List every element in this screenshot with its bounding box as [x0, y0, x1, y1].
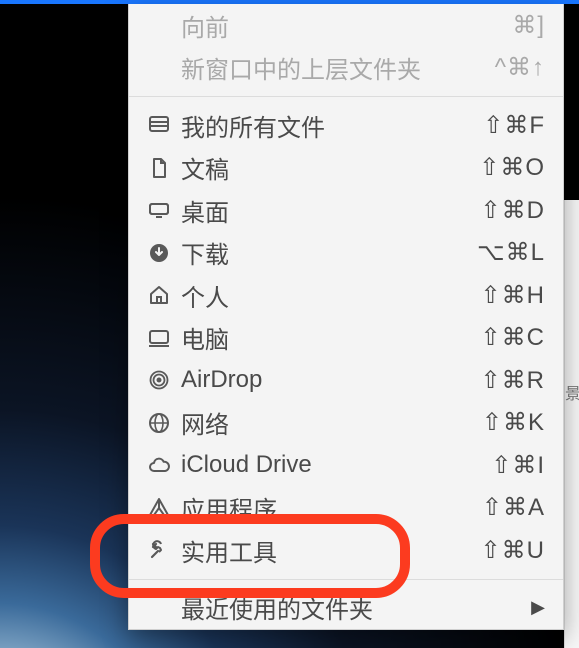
network-icon: [147, 411, 181, 435]
go-menu: 向前 ⌘] 新窗口中的上层文件夹 ^⌘↑ 我的所有文件 ⇧⌘F 文稿 ⇧⌘O 桌…: [128, 4, 564, 630]
menu-item-desktop[interactable]: 桌面 ⇧⌘D: [129, 189, 563, 232]
airdrop-icon: [147, 368, 181, 392]
menu-separator: [129, 96, 563, 97]
menu-item-shortcut: ⇧⌘O: [479, 153, 545, 182]
menu-item-label: 我的所有文件: [181, 108, 483, 143]
desktop-icon: [147, 198, 181, 222]
menu-item-all-files[interactable]: 我的所有文件 ⇧⌘F: [129, 104, 563, 147]
submenu-arrow-icon: ▶: [531, 597, 545, 618]
menu-item-disabled-0: 向前 ⌘]: [129, 4, 563, 47]
menu-item-shortcut: ⇧⌘A: [482, 493, 545, 522]
menu-item-downloads[interactable]: 下载 ⌥⌘L: [129, 232, 563, 275]
menu-item-shortcut: ⇧⌘I: [491, 451, 545, 480]
menu-item-shortcut: ⇧⌘R: [481, 366, 545, 395]
menu-item-label: AirDrop: [181, 366, 481, 394]
menu-item-label: 应用程序: [181, 490, 482, 525]
utilities-icon: [147, 538, 181, 562]
menu-item-label: 新窗口中的上层文件夹: [181, 50, 495, 85]
menu-item-network[interactable]: 网络 ⇧⌘K: [129, 402, 563, 445]
menu-item-applications[interactable]: 应用程序 ⇧⌘A: [129, 487, 563, 530]
documents-icon: [147, 156, 181, 180]
menu-item-disabled-1: 新窗口中的上层文件夹 ^⌘↑: [129, 47, 563, 90]
menu-item-documents[interactable]: 文稿 ⇧⌘O: [129, 147, 563, 190]
all-files-icon: [147, 113, 181, 137]
menu-item-shortcut: ⇧⌘U: [481, 536, 545, 565]
menu-item-shortcut: ⇧⌘D: [481, 196, 545, 225]
menu-item-label: 网络: [181, 405, 482, 440]
menu-item-airdrop[interactable]: AirDrop ⇧⌘R: [129, 359, 563, 402]
downloads-icon: [147, 241, 181, 265]
menu-item-label: 实用工具: [181, 533, 481, 568]
icloud-icon: [147, 453, 181, 477]
menu-item-computer[interactable]: 电脑 ⇧⌘C: [129, 317, 563, 360]
menu-item-shortcut: ⌘]: [512, 11, 545, 40]
home-icon: [147, 283, 181, 307]
menu-item-label: 最近使用的文件夹: [181, 590, 531, 625]
background-window-fragment: 景: [564, 200, 579, 648]
menu-item-icloud[interactable]: iCloud Drive ⇧⌘I: [129, 444, 563, 487]
menu-item-utilities[interactable]: 实用工具 ⇧⌘U: [129, 529, 563, 572]
menu-item-shortcut: ^⌘↑: [495, 53, 545, 82]
menu-item-recent-folders[interactable]: 最近使用的文件夹 ▶: [129, 587, 563, 630]
menu-item-label: 下载: [181, 235, 477, 270]
menu-item-label: iCloud Drive: [181, 451, 491, 479]
applications-icon: [147, 496, 181, 520]
menu-item-shortcut: ⇧⌘K: [482, 408, 545, 437]
menu-item-label: 电脑: [181, 320, 481, 355]
computer-icon: [147, 326, 181, 350]
menu-item-shortcut: ⌥⌘L: [477, 238, 545, 267]
menu-item-shortcut: ⇧⌘C: [481, 323, 545, 352]
menu-item-label: 向前: [181, 8, 512, 43]
menu-item-label: 桌面: [181, 193, 481, 228]
menu-item-home[interactable]: 个人 ⇧⌘H: [129, 274, 563, 317]
menu-item-label: 个人: [181, 278, 481, 313]
menu-separator: [129, 579, 563, 580]
menu-item-label: 文稿: [181, 150, 479, 185]
menu-item-shortcut: ⇧⌘H: [481, 281, 545, 310]
menu-item-shortcut: ⇧⌘F: [483, 111, 545, 140]
